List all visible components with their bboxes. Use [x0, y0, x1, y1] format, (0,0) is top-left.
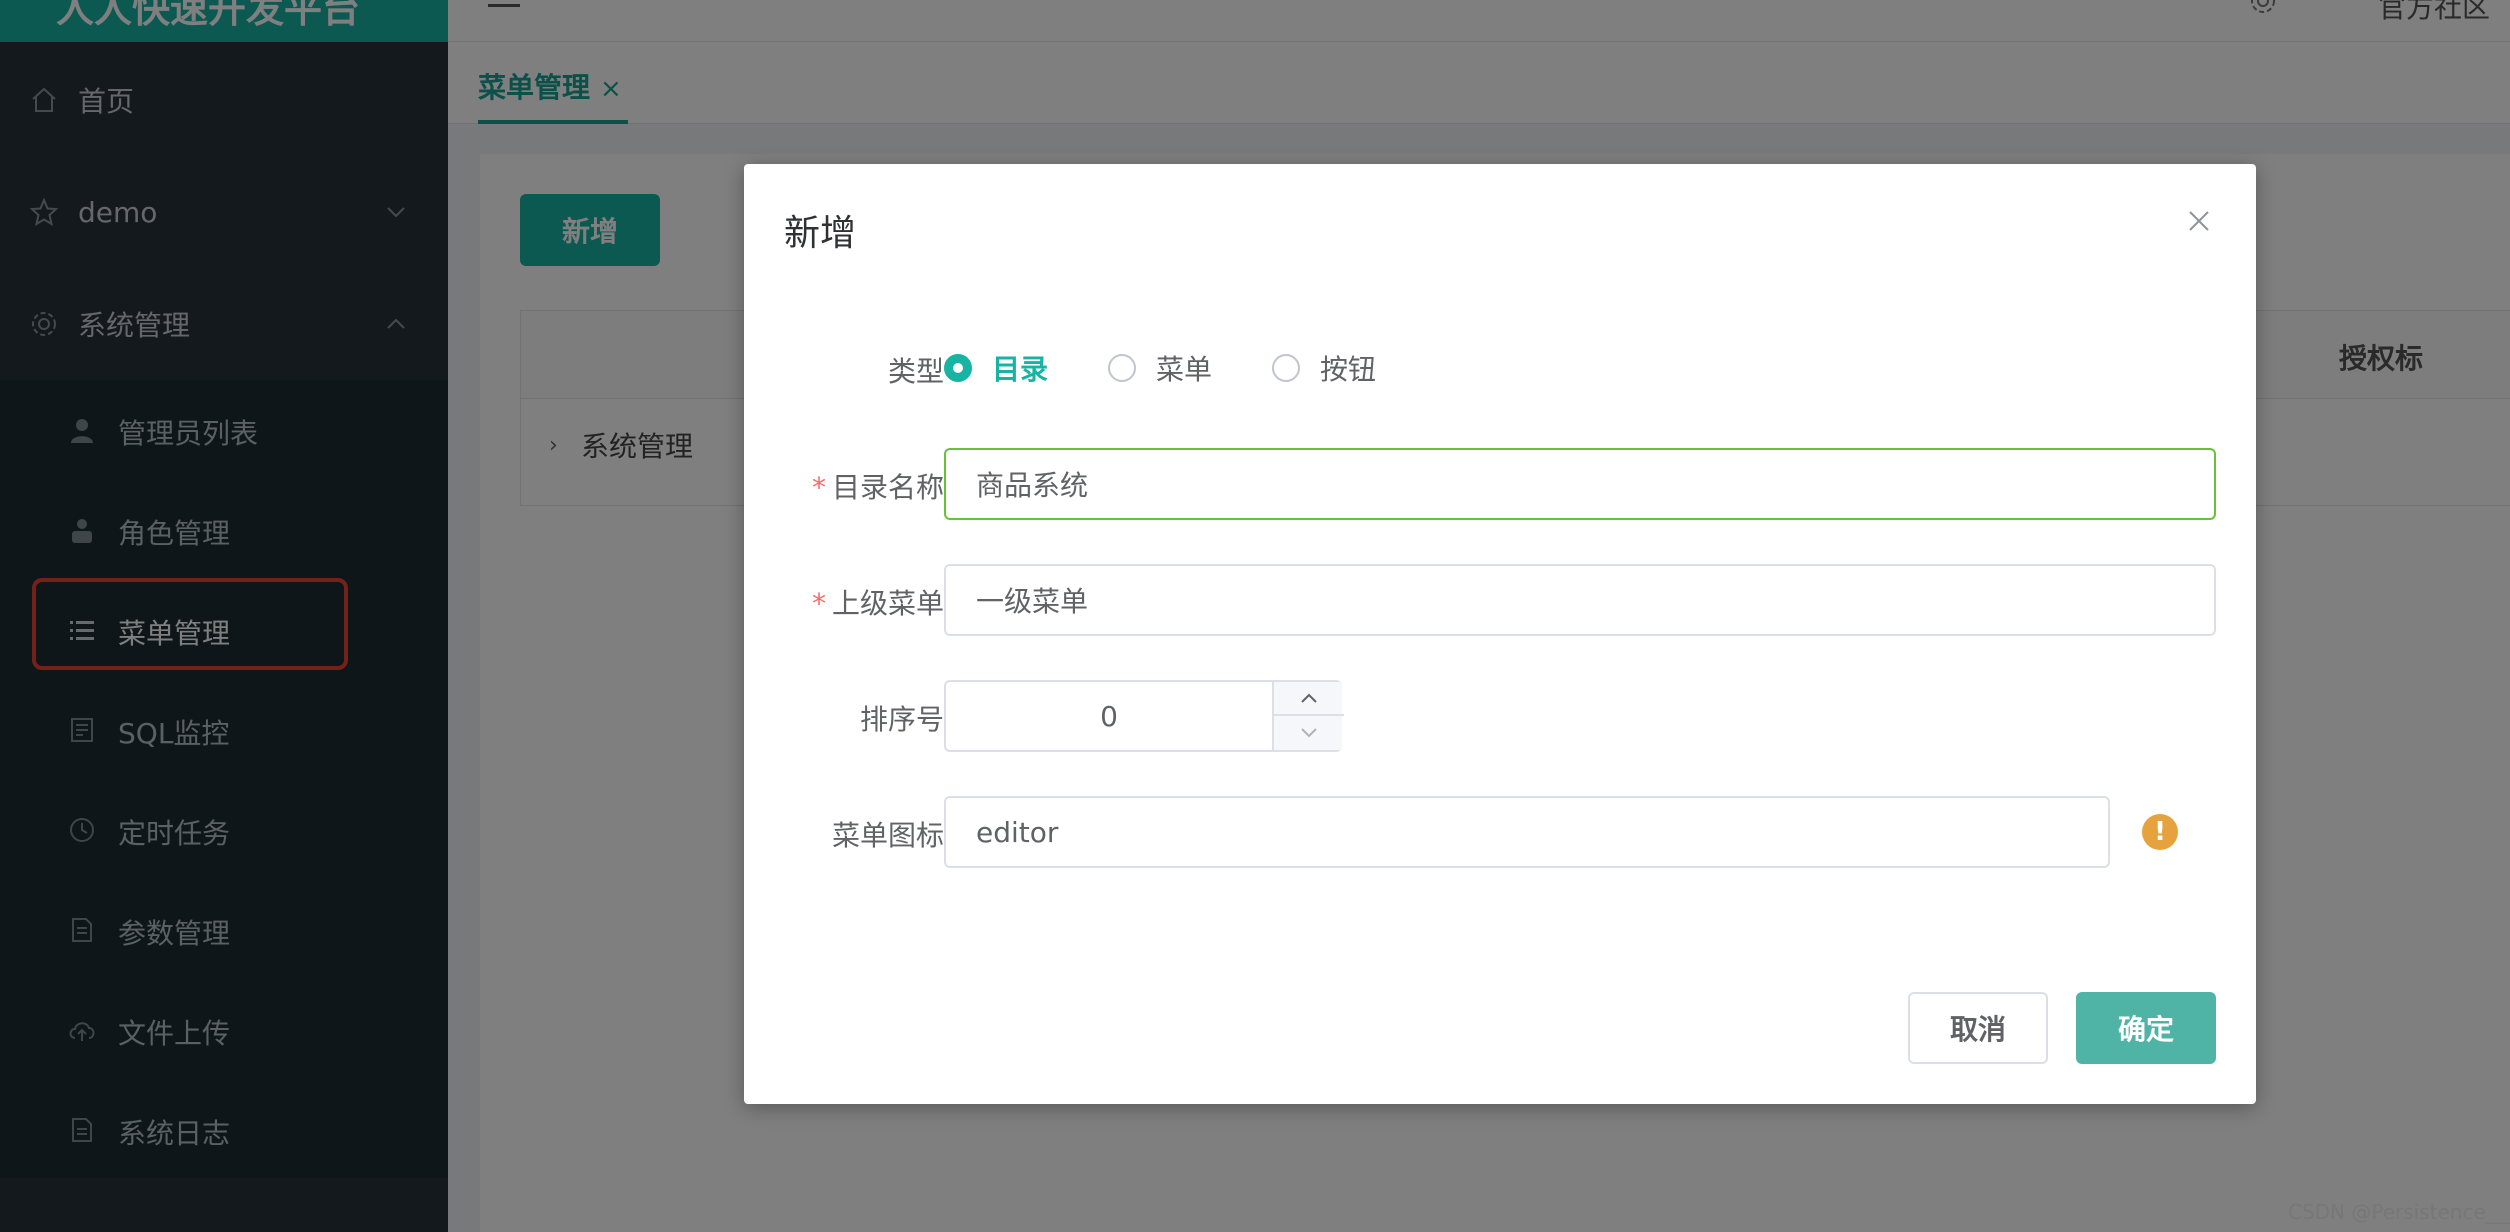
order-value[interactable]: 0 [946, 682, 1272, 750]
parent-label-text: 上级菜单 [831, 587, 944, 620]
required-mark: * [811, 471, 826, 504]
radio-label: 目录 [992, 353, 1049, 386]
confirm-button[interactable]: 确定 [2076, 992, 2216, 1064]
order-label: 排序号 [859, 703, 944, 736]
decrement-button[interactable] [1274, 716, 1344, 750]
parent-menu-input[interactable]: 一级菜单 [944, 564, 2216, 636]
chevron-down-icon [1301, 728, 1317, 738]
menu-icon-input[interactable]: editor [944, 796, 2110, 868]
add-menu-dialog: 新增 类型 目录 菜单 按钮 * 目录名称 商品系统 * 上级菜单 一级菜单 排序号… [744, 164, 2256, 1104]
type-label: 类型 [887, 355, 944, 388]
directory-name-input[interactable]: 商品系统 [944, 448, 2216, 520]
stepper-controls [1272, 682, 1344, 750]
radio-label: 按钮 [1320, 353, 1377, 386]
chevron-up-icon [1301, 693, 1317, 703]
name-label-text: 目录名称 [831, 471, 944, 504]
radio-directory[interactable]: 目录 [944, 348, 1048, 388]
cancel-button[interactable]: 取消 [1908, 992, 2048, 1064]
radio-button[interactable]: 按钮 [1272, 348, 1376, 388]
order-stepper[interactable]: 0 [944, 680, 1344, 752]
parent-label: * 上级菜单 [744, 582, 944, 622]
radio-menu[interactable]: 菜单 [1108, 348, 1212, 388]
radio-label: 菜单 [1156, 353, 1213, 386]
required-mark: * [811, 587, 826, 620]
radio-circle [1108, 354, 1136, 382]
radio-circle [944, 354, 972, 382]
name-label: * 目录名称 [744, 466, 944, 506]
radio-circle [1272, 354, 1300, 382]
warning-icon[interactable]: ! [2142, 814, 2178, 850]
icon-label: 菜单图标 [831, 819, 944, 852]
close-icon[interactable] [2184, 206, 2214, 236]
dialog-title: 新增 [784, 213, 857, 254]
increment-button[interactable] [1274, 682, 1344, 716]
watermark: CSDN @Persistence___ [2288, 1200, 2510, 1224]
